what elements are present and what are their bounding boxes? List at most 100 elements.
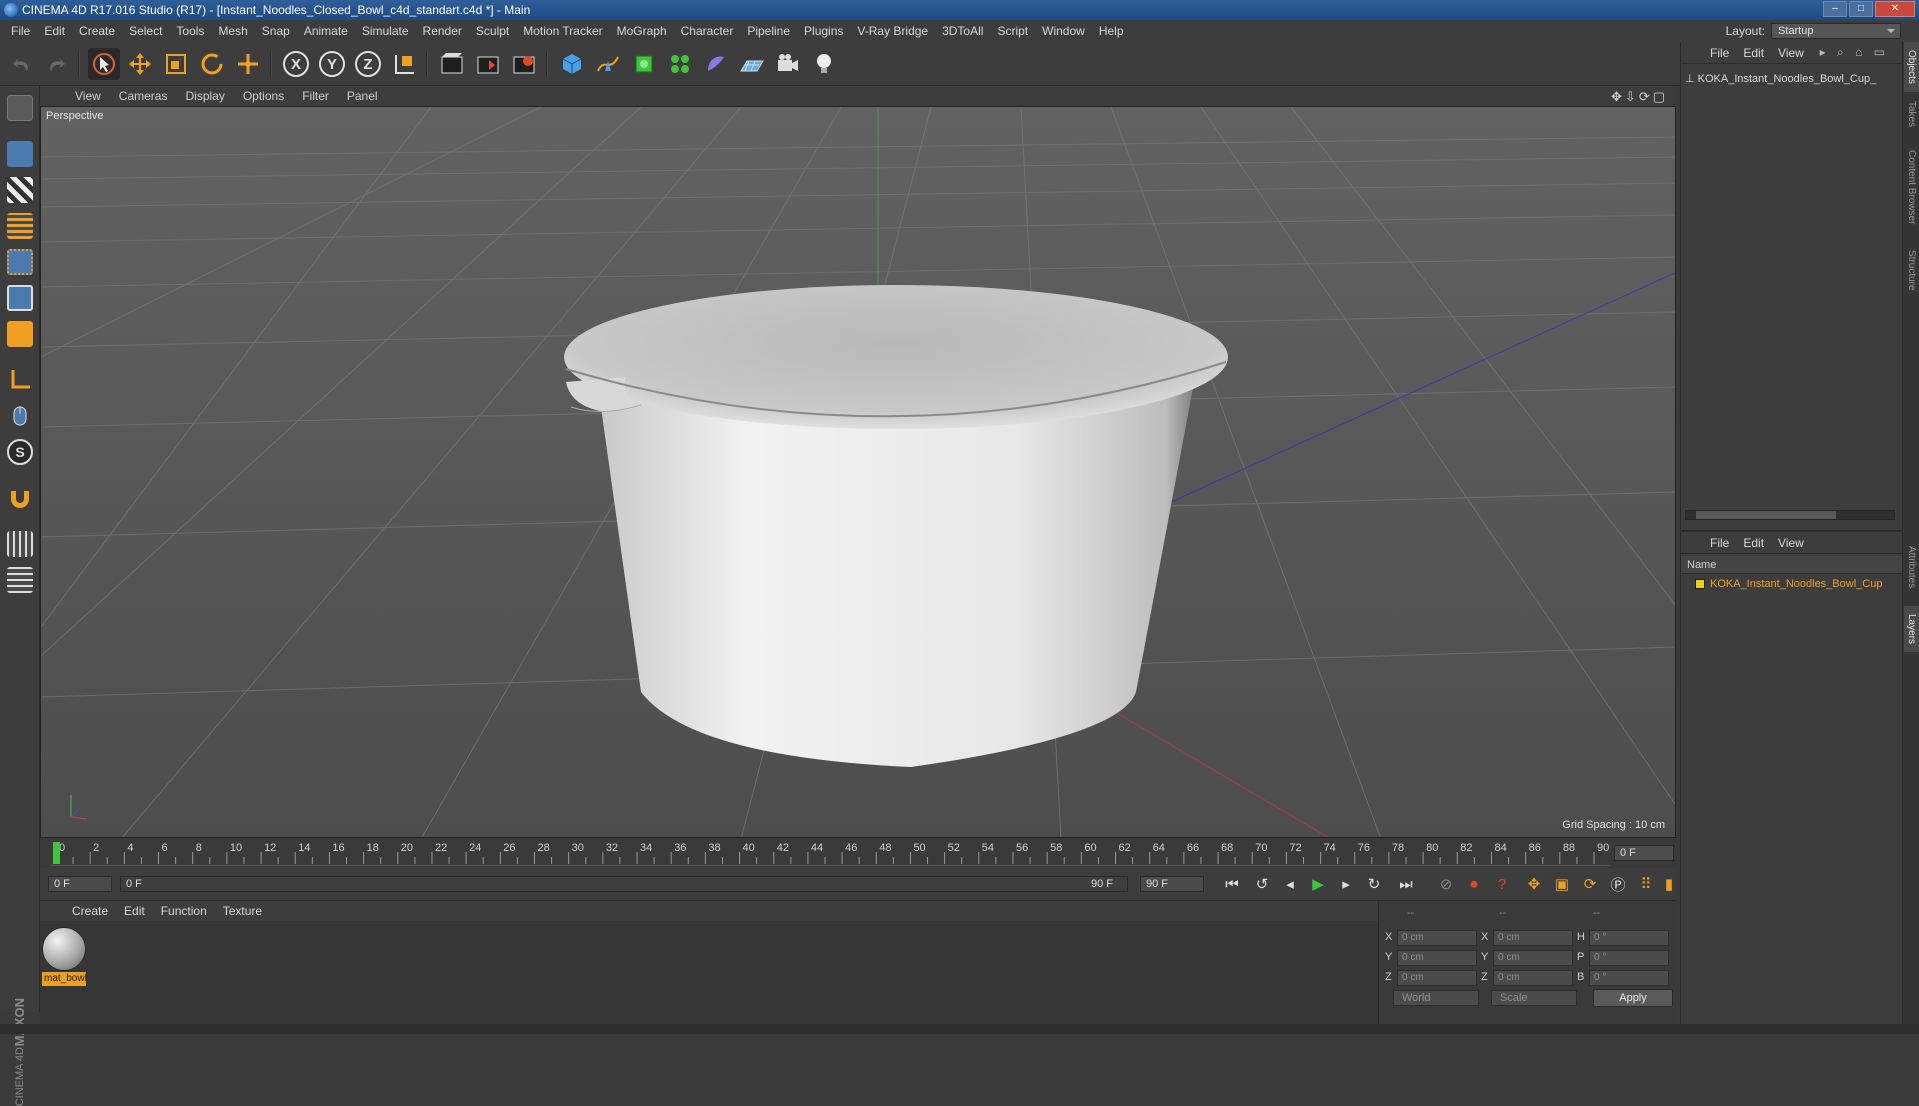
- material-swatch[interactable]: mat_bowl: [42, 927, 86, 987]
- menu-simulate[interactable]: Simulate: [355, 24, 416, 38]
- size-mode-dropdown[interactable]: Scale: [1491, 990, 1577, 1006]
- camera-icon[interactable]: [772, 48, 804, 80]
- layer-item[interactable]: KOKA_Instant_Noodles_Bowl_Cup: [1695, 578, 1882, 590]
- noodle-bowl-model[interactable]: [564, 285, 1228, 767]
- menu-tools[interactable]: Tools: [169, 24, 211, 38]
- material-menu-texture[interactable]: Texture: [215, 904, 270, 918]
- make-editable-icon[interactable]: [4, 92, 36, 124]
- objects-menu-edit[interactable]: Edit: [1736, 46, 1771, 60]
- y-axis-icon[interactable]: Y: [316, 48, 348, 80]
- prev-key-icon[interactable]: ↺: [1250, 873, 1274, 895]
- menu-file[interactable]: File: [4, 24, 37, 38]
- render-settings-icon[interactable]: [508, 48, 540, 80]
- object-manager-tool-icons[interactable]: ▸ ⌕ ⌂ ▭: [1813, 45, 1896, 60]
- viewport-menu-display[interactable]: Display: [176, 89, 233, 103]
- key-scale-icon[interactable]: ▣: [1550, 873, 1574, 895]
- menu-snap[interactable]: Snap: [255, 24, 297, 38]
- material-menu-edit[interactable]: Edit: [116, 904, 153, 918]
- menu-motion-tracker[interactable]: Motion Tracker: [516, 24, 609, 38]
- viewport-menu-cameras[interactable]: Cameras: [110, 89, 177, 103]
- apply-button[interactable]: Apply: [1593, 989, 1673, 1007]
- key-param-icon[interactable]: Ⓟ: [1606, 873, 1630, 895]
- magnet-snap-icon[interactable]: [4, 482, 36, 514]
- menu-mograph[interactable]: MoGraph: [610, 24, 674, 38]
- edges-mode-icon[interactable]: [4, 282, 36, 314]
- tab-objects[interactable]: Objects: [1904, 42, 1919, 92]
- tab-layers[interactable]: Layers: [1904, 606, 1919, 652]
- size-z-field[interactable]: 0 cm: [1493, 970, 1573, 986]
- keyframe-selection-icon[interactable]: ?: [1490, 873, 1514, 895]
- maximize-button[interactable]: □: [1849, 1, 1873, 17]
- menu-mesh[interactable]: Mesh: [211, 24, 254, 38]
- tab-content-browser[interactable]: Content Browser: [1904, 136, 1919, 238]
- menu-plugins[interactable]: Plugins: [797, 24, 850, 38]
- timeline-playhead[interactable]: [53, 842, 60, 864]
- cube-primitive-icon[interactable]: [556, 48, 588, 80]
- auto-key-icon[interactable]: ⏺: [1462, 873, 1486, 895]
- deformer-icon[interactable]: [700, 48, 732, 80]
- points-mode-icon[interactable]: [4, 246, 36, 278]
- polygons-mode-icon[interactable]: [4, 318, 36, 350]
- menu-select[interactable]: Select: [122, 24, 169, 38]
- tab-attributes[interactable]: Attributes: [1904, 532, 1919, 602]
- record-keys-icon[interactable]: ⊘: [1434, 873, 1458, 895]
- select-arrow-icon[interactable]: [88, 48, 120, 80]
- goto-end-icon[interactable]: ⏭: [1394, 873, 1418, 895]
- coordinate-mode-dropdown[interactable]: World: [1393, 990, 1479, 1006]
- solo-icon[interactable]: S: [4, 436, 36, 468]
- viewport-menu-filter[interactable]: Filter: [293, 89, 338, 103]
- viewport-menu-panel[interactable]: Panel: [338, 89, 387, 103]
- subdivision-icon[interactable]: [628, 48, 660, 80]
- pos-z-field[interactable]: 0 cm: [1397, 970, 1477, 986]
- key-position-icon[interactable]: ✥: [1522, 873, 1546, 895]
- axis-mode-icon[interactable]: [4, 364, 36, 396]
- render-view-icon[interactable]: [436, 48, 468, 80]
- timeline-window-icon[interactable]: ▮: [1662, 873, 1676, 895]
- z-axis-icon[interactable]: Z: [352, 48, 384, 80]
- material-menu-create[interactable]: Create: [64, 904, 116, 918]
- undo-icon[interactable]: [6, 48, 38, 80]
- rot-h-field[interactable]: 0 °: [1589, 930, 1669, 946]
- tab-takes[interactable]: Takes: [1904, 94, 1919, 134]
- menu-script[interactable]: Script: [990, 24, 1035, 38]
- viewport-perspective[interactable]: Perspective Grid Spacing : 10 cm: [40, 106, 1676, 838]
- menu-vray-bridge[interactable]: V-Ray Bridge: [850, 24, 935, 38]
- current-frame-field[interactable]: 0 F: [1614, 845, 1674, 861]
- menu-window[interactable]: Window: [1035, 24, 1092, 38]
- minimize-button[interactable]: –: [1823, 1, 1847, 17]
- viewport-navigation-icons[interactable]: ✥⇩⟳▢: [1611, 89, 1668, 105]
- coordinate-system-icon[interactable]: [388, 48, 420, 80]
- x-axis-icon[interactable]: X: [280, 48, 312, 80]
- pos-x-field[interactable]: 0 cm: [1397, 930, 1477, 946]
- start-frame-field[interactable]: 0 F: [48, 876, 112, 892]
- size-y-field[interactable]: 0 cm: [1493, 950, 1573, 966]
- layout-dropdown[interactable]: Startup: [1771, 23, 1901, 39]
- scale-icon[interactable]: [160, 48, 192, 80]
- light-icon[interactable]: [808, 48, 840, 80]
- prev-frame-icon[interactable]: ◂: [1278, 873, 1302, 895]
- pen-spline-icon[interactable]: [592, 48, 624, 80]
- timeline[interactable]: 0 2 4 6 8 10 12 14 16 18 20 22 24 26 28 30 32 34 36 38 40 42 4…: [40, 840, 1676, 868]
- viewport-menu-options[interactable]: Options: [234, 89, 293, 103]
- menu-sculpt[interactable]: Sculpt: [469, 24, 516, 38]
- viewport-menu-view[interactable]: View: [66, 89, 110, 103]
- workplane-mode-icon[interactable]: [4, 210, 36, 242]
- object-manager-scrollbar[interactable]: [1685, 510, 1895, 520]
- menu-edit[interactable]: Edit: [37, 24, 72, 38]
- render-picture-viewer-icon[interactable]: [472, 48, 504, 80]
- key-rotation-icon[interactable]: ⟳: [1578, 873, 1602, 895]
- tweak-mode-icon[interactable]: [4, 400, 36, 432]
- texture-mode-icon[interactable]: [4, 174, 36, 206]
- end-frame-field[interactable]: 90 F: [1140, 876, 1204, 892]
- floor-icon[interactable]: [736, 48, 768, 80]
- tab-structure[interactable]: Structure: [1904, 240, 1919, 300]
- menu-character[interactable]: Character: [674, 24, 741, 38]
- material-menu-function[interactable]: Function: [153, 904, 215, 918]
- play-icon[interactable]: ▶: [1306, 873, 1330, 895]
- next-frame-icon[interactable]: ▸: [1334, 873, 1358, 895]
- close-button[interactable]: ✕: [1875, 1, 1915, 17]
- redo-icon[interactable]: [40, 48, 72, 80]
- transform-icon[interactable]: [232, 48, 264, 80]
- layers-menu-file[interactable]: File: [1703, 536, 1736, 550]
- object-tree-item[interactable]: ⊥ KOKA_Instant_Noodles_Bowl_Cup_: [1685, 72, 1876, 85]
